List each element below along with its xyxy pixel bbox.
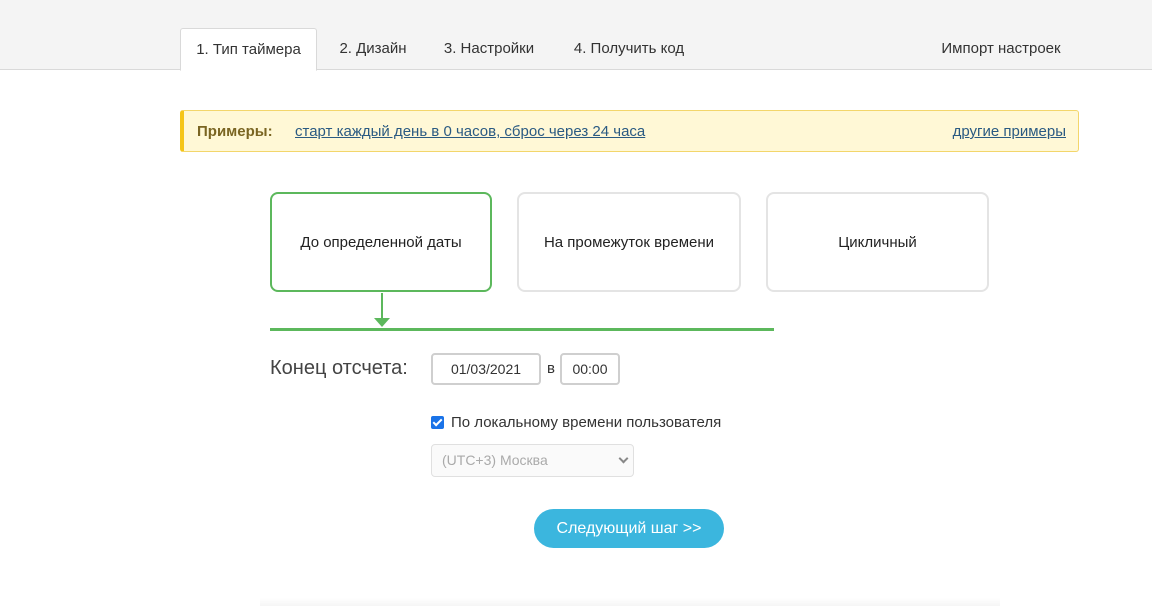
tab-get-code[interactable]: 4. Получить код (560, 28, 698, 70)
card-cyclic-label: Цикличный (838, 233, 917, 251)
chevron-down-icon (618, 453, 629, 464)
bottom-shadow (260, 598, 1000, 606)
end-time-input[interactable]: 00:00 (560, 353, 620, 385)
example-link[interactable]: старт каждый день в 0 часов, сброс через… (295, 123, 645, 140)
card-time-interval-label: На промежуток времени (543, 233, 715, 251)
next-step-button[interactable]: Следующий шаг >> (534, 509, 724, 548)
import-settings-link[interactable]: Импорт настроек (928, 28, 1074, 70)
card-until-date[interactable]: До определенной даты (270, 192, 492, 292)
end-date-input[interactable]: 01/03/2021 (431, 353, 541, 385)
local-time-label: По локальному времени пользователя (451, 414, 722, 431)
at-label: в (547, 360, 555, 377)
section-divider (270, 328, 774, 331)
arrow-down-icon-stem (381, 293, 383, 318)
examples-banner: Примеры: старт каждый день в 0 часов, сб… (180, 110, 1079, 152)
arrow-down-icon (374, 318, 390, 327)
more-examples-link[interactable]: другие примеры (953, 123, 1066, 140)
tab-timer-type[interactable]: 1. Тип таймера (180, 28, 317, 71)
examples-label: Примеры: (197, 123, 273, 140)
card-cyclic[interactable]: Цикличный (766, 192, 989, 292)
tab-bar: 1. Тип таймера 2. Дизайн 3. Настройки 4.… (0, 0, 1152, 71)
local-time-checkbox[interactable] (431, 416, 444, 429)
card-time-interval[interactable]: На промежуток времени (517, 192, 741, 292)
tab-design[interactable]: 2. Дизайн (328, 28, 418, 70)
countdown-end-label: Конец отсчета: (270, 357, 408, 379)
timezone-selected-value: (UTC+3) Москва (442, 452, 548, 468)
card-until-date-label: До определенной даты (300, 233, 462, 251)
timezone-select[interactable]: (UTC+3) Москва (431, 444, 634, 477)
tab-settings[interactable]: 3. Настройки (430, 28, 548, 70)
